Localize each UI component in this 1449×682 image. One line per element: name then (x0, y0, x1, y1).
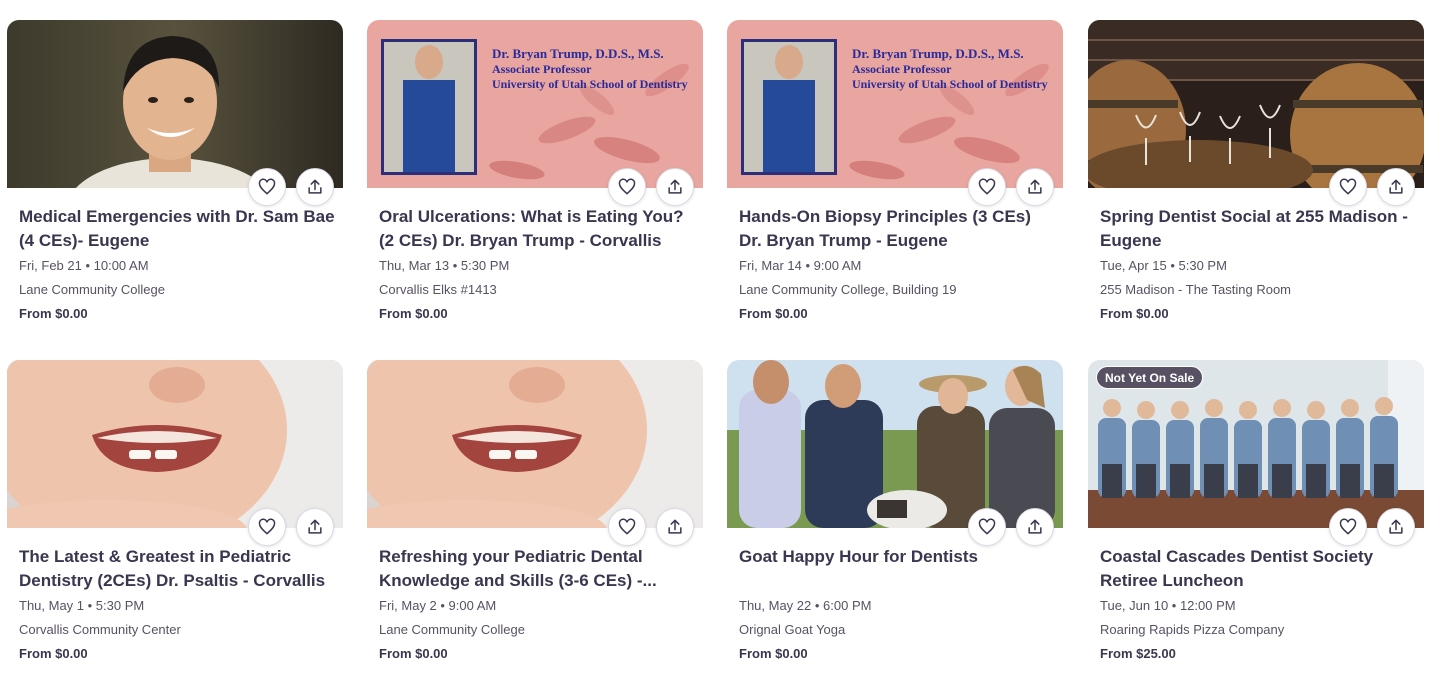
svg-text:Associate Professor: Associate Professor (852, 62, 952, 76)
share-button[interactable] (656, 168, 694, 206)
event-card[interactable]: The Latest & Greatest in Pediatric Denti… (7, 360, 343, 680)
like-button[interactable] (968, 508, 1006, 546)
event-image[interactable]: Dr. Bryan Trump, D.D.S., M.S. Associate … (367, 20, 703, 188)
like-button[interactable] (608, 508, 646, 546)
heart-icon (258, 518, 276, 535)
event-card[interactable]: Not Yet On Sale Coastal Cascades Dentist… (1088, 360, 1424, 680)
event-venue: Lane Community College (379, 622, 525, 637)
svg-text:University of Utah School of D: University of Utah School of Dentistry (492, 77, 688, 91)
share-icon (668, 519, 682, 534)
event-venue: Corvallis Community Center (19, 622, 181, 637)
event-date: Fri, Feb 21 • 10:00 AM (19, 258, 149, 273)
event-image[interactable] (1088, 20, 1424, 188)
heart-icon (978, 518, 996, 535)
event-image[interactable]: Dr. Bryan Trump, D.D.S., M.S. Associate … (727, 20, 1063, 188)
share-button[interactable] (1377, 168, 1415, 206)
heart-icon (1339, 518, 1357, 535)
event-title[interactable]: Refreshing your Pediatric Dental Knowled… (379, 545, 697, 593)
event-venue: Roaring Rapids Pizza Company (1100, 622, 1285, 637)
event-date: Thu, Mar 13 • 5:30 PM (379, 258, 510, 273)
event-venue: Corvallis Elks #1413 (379, 282, 497, 297)
event-title[interactable]: Goat Happy Hour for Dentists (739, 545, 1057, 569)
share-button[interactable] (656, 508, 694, 546)
event-price: From $0.00 (19, 646, 88, 661)
event-price: From $0.00 (739, 646, 808, 661)
share-icon (1389, 519, 1403, 534)
share-icon (1028, 179, 1042, 194)
event-image[interactable] (7, 20, 343, 188)
event-date: Tue, Apr 15 • 5:30 PM (1100, 258, 1227, 273)
heart-icon (978, 178, 996, 195)
event-date: Thu, May 22 • 6:00 PM (739, 598, 872, 613)
event-venue: 255 Madison - The Tasting Room (1100, 282, 1292, 297)
event-title[interactable]: Spring Dentist Social at 255 Madison - E… (1100, 205, 1418, 253)
heart-icon (258, 178, 276, 195)
share-icon (1389, 179, 1403, 194)
like-button[interactable] (608, 168, 646, 206)
event-title[interactable]: Coastal Cascades Dentist Society Retiree… (1100, 545, 1418, 593)
heart-icon (1339, 178, 1357, 195)
event-date: Fri, Mar 14 • 9:00 AM (739, 258, 862, 273)
event-title[interactable]: Medical Emergencies with Dr. Sam Bae (4 … (19, 205, 337, 253)
event-title[interactable]: Hands-On Biopsy Principles (3 CEs) Dr. B… (739, 205, 1057, 253)
svg-text:University of Utah School of D: University of Utah School of Dentistry (852, 77, 1048, 91)
svg-text:Dr. Bryan Trump, D.D.S., M.S.: Dr. Bryan Trump, D.D.S., M.S. (852, 46, 1024, 61)
like-button[interactable] (968, 168, 1006, 206)
event-date: Fri, May 2 • 9:00 AM (379, 598, 497, 613)
like-button[interactable] (1329, 508, 1367, 546)
event-card[interactable]: Spring Dentist Social at 255 Madison - E… (1088, 20, 1424, 340)
share-icon (668, 179, 682, 194)
heart-icon (618, 178, 636, 195)
share-button[interactable] (296, 508, 334, 546)
svg-text:Associate Professor: Associate Professor (492, 62, 592, 76)
event-price: From $25.00 (1100, 646, 1176, 661)
heart-icon (618, 518, 636, 535)
share-icon (308, 179, 322, 194)
event-price: From $0.00 (1100, 306, 1169, 321)
svg-text:Dr. Bryan Trump, D.D.S., M.S.: Dr. Bryan Trump, D.D.S., M.S. (492, 46, 664, 61)
event-image[interactable] (727, 360, 1063, 528)
event-card[interactable]: Goat Happy Hour for Dentists Thu, May 22… (727, 360, 1063, 680)
event-image[interactable] (7, 360, 343, 528)
share-button[interactable] (1377, 508, 1415, 546)
event-image[interactable] (367, 360, 703, 528)
event-card[interactable]: Dr. Bryan Trump, D.D.S., M.S. Associate … (727, 20, 1063, 340)
like-button[interactable] (248, 508, 286, 546)
like-button[interactable] (248, 168, 286, 206)
event-price: From $0.00 (739, 306, 808, 321)
event-date: Thu, May 1 • 5:30 PM (19, 598, 145, 613)
event-date: Tue, Jun 10 • 12:00 PM (1100, 598, 1236, 613)
share-button[interactable] (296, 168, 334, 206)
event-price: From $0.00 (379, 646, 448, 661)
status-badge: Not Yet On Sale (1096, 366, 1204, 389)
like-button[interactable] (1329, 168, 1367, 206)
event-card-grid: Medical Emergencies with Dr. Sam Bae (4 … (0, 0, 1449, 682)
event-venue: Lane Community College (19, 282, 165, 297)
event-title[interactable]: The Latest & Greatest in Pediatric Denti… (19, 545, 337, 593)
event-card[interactable]: Medical Emergencies with Dr. Sam Bae (4 … (7, 20, 343, 340)
event-price: From $0.00 (379, 306, 448, 321)
share-icon (308, 519, 322, 534)
event-card[interactable]: Refreshing your Pediatric Dental Knowled… (367, 360, 703, 680)
share-button[interactable] (1016, 168, 1054, 206)
event-title[interactable]: Oral Ulcerations: What is Eating You? (2… (379, 205, 697, 253)
event-card[interactable]: Dr. Bryan Trump, D.D.S., M.S. Associate … (367, 20, 703, 340)
event-venue: Lane Community College, Building 19 (739, 282, 957, 297)
share-icon (1028, 519, 1042, 534)
event-venue: Orignal Goat Yoga (739, 622, 846, 637)
event-price: From $0.00 (19, 306, 88, 321)
share-button[interactable] (1016, 508, 1054, 546)
